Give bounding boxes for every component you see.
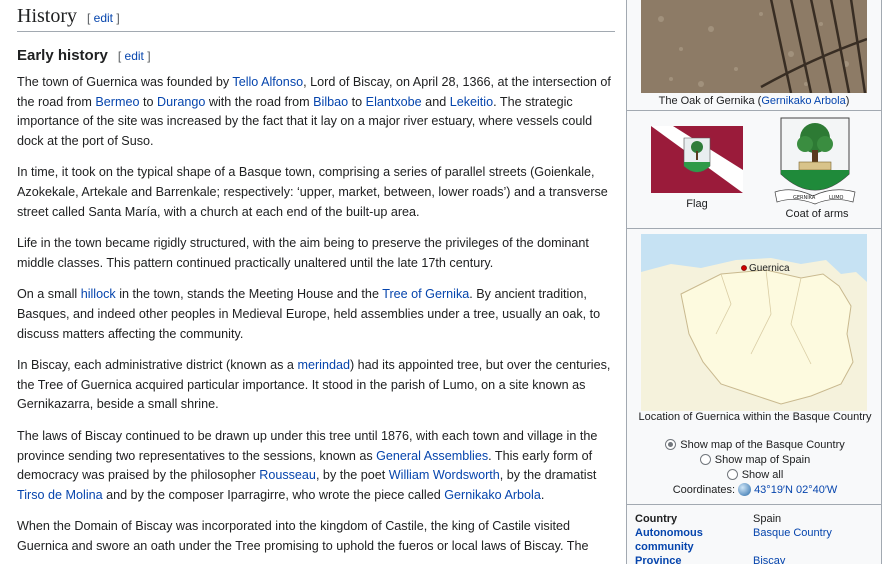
guernica-marker-label: Guernica	[749, 263, 790, 274]
edit-link-text[interactable]: edit	[94, 11, 113, 25]
infobox-symbols: Flag GERNIKA LUMO Coat of arms	[627, 111, 881, 229]
subsection-heading-early-history: Early history [ edit ]	[17, 45, 615, 67]
infobox-row-label: Country	[635, 513, 678, 525]
paragraph-text: Life in the town became rigidly structur…	[17, 236, 589, 270]
wiki-link[interactable]: Lekeitio	[450, 95, 493, 109]
section-edit-link[interactable]: [ edit ]	[87, 11, 120, 25]
infobox-row-value: Spain	[753, 513, 782, 525]
wiki-link[interactable]: Elantxobe	[366, 95, 422, 109]
article-paragraphs: The town of Guernica was founded by Tell…	[17, 73, 615, 556]
wiki-link[interactable]: hillock	[81, 287, 116, 301]
paragraph-text: The town of Guernica was founded by	[17, 75, 233, 89]
wiki-link[interactable]: General Assemblies	[376, 449, 488, 463]
section-title: History	[17, 5, 77, 27]
paragraph-text: to	[348, 94, 366, 109]
wiki-link[interactable]: Tello Alfonso	[232, 75, 303, 89]
wiki-link[interactable]: Bilbao	[313, 95, 348, 109]
map-option-all[interactable]: Show all	[627, 469, 883, 481]
infobox-row-value[interactable]: Biscay	[753, 554, 883, 564]
oak-caption-end: )	[845, 95, 850, 107]
map-option-basque[interactable]: Show map of the Basque Country	[627, 439, 883, 451]
oak-of-gernika-image[interactable]	[641, 0, 867, 93]
gernikako-arbola-link[interactable]: Gernikako Arbola	[761, 95, 845, 107]
coat-of-arms-graphic: GERNIKA LUMO	[774, 117, 856, 205]
coa-ribbon-left: GERNIKA	[793, 195, 816, 201]
guernica-marker-dot	[741, 265, 747, 271]
coa-ribbon-right: LUMO	[829, 195, 844, 201]
wiki-link[interactable]: William Wordsworth	[389, 468, 500, 482]
coat-of-arms-label: Coat of arms	[785, 208, 849, 220]
flag-label: Flag	[686, 198, 708, 210]
coordinates-link[interactable]: 43°19′N 02°40′W	[754, 484, 837, 496]
map-graphic: Guernica	[641, 234, 867, 411]
radio-label: Show map of Spain	[714, 454, 811, 466]
flag-image[interactable]	[651, 126, 743, 193]
map-caption: Location of Guernica within the Basque C…	[638, 411, 872, 423]
wiki-link[interactable]: Gernikako Arbola	[444, 488, 541, 502]
section-heading-history: History [ edit ]	[17, 2, 615, 32]
paragraph-text: and by the composer Iparragirre, who wro…	[102, 487, 445, 502]
location-map[interactable]: Guernica	[641, 234, 867, 411]
paragraph: On a small hillock in the town, stands t…	[17, 285, 615, 344]
flag-graphic	[651, 126, 743, 193]
wiki-link[interactable]: Durango	[157, 95, 205, 109]
globe-icon[interactable]	[738, 483, 752, 496]
edit-link-text[interactable]: edit	[125, 49, 144, 63]
radio-label: Show map of the Basque Country	[680, 439, 845, 451]
wiki-link[interactable]: Bermeo	[95, 95, 139, 109]
paragraph-text: When the Domain of Biscay was incorporat…	[17, 519, 589, 553]
oak-caption: The Oak of Gernika (Gernikako Arbola)	[627, 93, 881, 110]
paragraph-text: In Biscay, each administrative district …	[17, 358, 298, 373]
paragraph-text: with the road from	[205, 94, 314, 109]
radio-label: Show all	[741, 469, 784, 481]
paragraph: The town of Guernica was founded by Tell…	[17, 73, 615, 151]
radio-button[interactable]	[699, 454, 711, 465]
paragraph: In time, it took on the typical shape of…	[17, 163, 615, 222]
paragraph: The laws of Biscay continued to be drawn…	[17, 427, 615, 505]
paragraph: In Biscay, each administrative district …	[17, 356, 615, 415]
article-content: History [ edit ] Early history [ edit ] Th…	[17, 0, 615, 556]
infobox-oak-section: The Oak of Gernika (Gernikako Arbola)	[627, 0, 881, 111]
infobox-row-label[interactable]: Province	[635, 554, 735, 564]
coordinates: Coordinates: 43°19′N 02°40′W	[627, 483, 883, 496]
wiki-link[interactable]: Rousseau	[259, 468, 316, 482]
radio-button[interactable]	[665, 439, 677, 450]
paragraph-text: .	[540, 487, 545, 502]
infobox-row-value[interactable]: Basque Country	[753, 526, 883, 540]
wiki-link[interactable]: Tirso de Molina	[17, 488, 103, 502]
map-option-spain[interactable]: Show map of Spain	[627, 454, 883, 466]
subsection-edit-link[interactable]: [ edit ]	[118, 49, 151, 63]
paragraph-text: and	[421, 94, 450, 109]
paragraph-text: in the town, stands the Meeting House an…	[115, 287, 383, 302]
subsection-title: Early history	[17, 47, 108, 64]
paragraph: Life in the town became rigidly structur…	[17, 234, 615, 273]
paragraph-text: On a small	[17, 287, 81, 302]
paragraph: When the Domain of Biscay was incorporat…	[17, 517, 615, 556]
coordinates-label: Coordinates:	[672, 484, 736, 496]
coat-of-arms-image[interactable]: GERNIKA LUMO	[773, 116, 857, 207]
infobox-row-label[interactable]: Autonomous community	[635, 526, 735, 554]
oak-caption-text: The Oak of Gernika (	[658, 95, 762, 107]
paragraph-text: , by the poet	[315, 468, 389, 483]
paragraph-text: to	[139, 94, 158, 109]
wiki-link[interactable]: Tree of Gernika	[382, 287, 469, 301]
wiki-link[interactable]: merindad	[297, 358, 350, 372]
radio-button[interactable]	[726, 469, 738, 480]
paragraph-text: In time, it took on the typical shape of…	[17, 165, 608, 219]
oak-photo-graphic	[641, 0, 867, 93]
infobox-location-map: Guernica Location of Guernica within the…	[627, 229, 881, 505]
infobox: The Oak of Gernika (Gernikako Arbola) Fl…	[626, 0, 882, 564]
paragraph-text: , by the dramatist	[499, 468, 597, 483]
